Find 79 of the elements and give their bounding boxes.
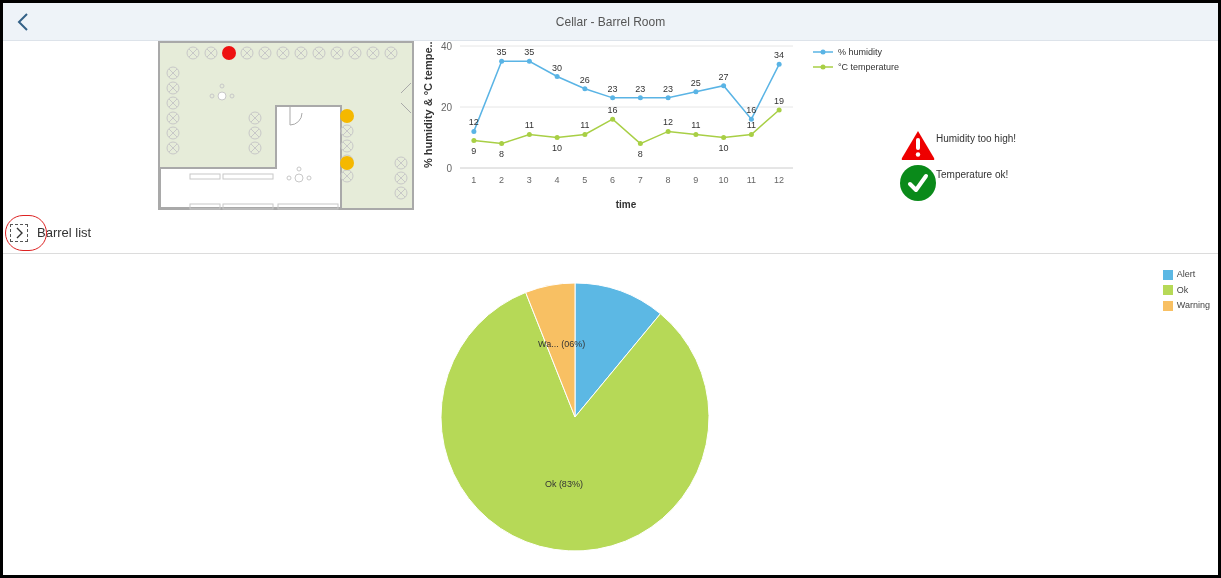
expand-button[interactable] xyxy=(10,224,28,242)
legend-label: % humidity xyxy=(838,47,883,57)
data-point xyxy=(526,131,532,137)
data-point xyxy=(693,131,699,137)
data-label: 11 xyxy=(691,120,701,131)
x-tick-label: 6 xyxy=(610,175,616,185)
chevron-icon xyxy=(15,227,23,239)
check-icon xyxy=(900,165,936,201)
data-label: 26 xyxy=(579,74,590,85)
slice-label: Ok (83%) xyxy=(544,479,583,490)
data-label: 23 xyxy=(607,83,618,94)
legend-item[interactable]: °C temperature xyxy=(812,62,900,72)
x-tick-label: 5 xyxy=(582,175,588,185)
x-tick-label: 2 xyxy=(499,175,505,185)
data-label: 10 xyxy=(552,142,563,153)
x-tick-label: 10 xyxy=(718,175,729,185)
alert-message: Temperature ok! xyxy=(936,168,1009,182)
data-label: 9 xyxy=(471,145,477,156)
data-point xyxy=(637,141,643,147)
data-point xyxy=(499,58,505,64)
data-label: 35 xyxy=(524,47,535,58)
page-title: Cellar - Barrel Room xyxy=(555,13,666,31)
legend-label: Ok xyxy=(1176,283,1189,297)
data-point xyxy=(748,116,754,122)
data-point xyxy=(471,138,477,144)
data-point xyxy=(721,83,727,89)
data-point xyxy=(748,131,754,137)
data-label: 25 xyxy=(690,77,701,88)
legend-label: Warning xyxy=(1176,299,1210,312)
data-label: 12 xyxy=(663,117,674,128)
x-tick-label: 11 xyxy=(746,175,757,185)
data-point xyxy=(637,95,643,101)
legend-label: Alert xyxy=(1176,268,1196,281)
x-tick-label: 3 xyxy=(526,175,532,185)
data-point xyxy=(554,74,560,79)
x-tick-label: 12 xyxy=(774,175,785,185)
data-point xyxy=(554,135,560,140)
data-label: 8 xyxy=(637,148,643,159)
data-point xyxy=(721,135,727,140)
data-label: 23 xyxy=(663,83,674,94)
data-point xyxy=(582,131,588,137)
back-icon xyxy=(17,13,29,31)
data-point xyxy=(665,95,671,101)
data-label: 16 xyxy=(746,105,757,116)
data-label: 8 xyxy=(499,148,505,159)
data-point xyxy=(582,86,588,92)
data-label: 27 xyxy=(718,71,729,82)
y-tick-label: 20 xyxy=(440,102,452,113)
x-tick-label: 8 xyxy=(665,175,671,185)
data-label: 11 xyxy=(524,120,535,131)
data-point xyxy=(610,95,616,101)
data-point xyxy=(526,58,532,64)
alert-message: Humidity too high! xyxy=(936,132,1017,146)
x-tick-label: 9 xyxy=(693,175,699,185)
x-tick-label: 7 xyxy=(637,175,643,185)
data-label: 34 xyxy=(774,50,785,61)
warning-icon xyxy=(900,129,936,161)
data-point xyxy=(665,128,671,134)
y-tick-label: 40 xyxy=(440,41,452,52)
data-label: 30 xyxy=(552,62,563,73)
x-axis-title: time xyxy=(615,199,637,210)
data-point xyxy=(776,61,782,67)
y-tick-label: 0 xyxy=(446,163,452,174)
legend-label: °C temperature xyxy=(838,62,900,72)
data-label: 10 xyxy=(718,142,729,153)
data-point xyxy=(693,89,699,95)
legend-item[interactable]: % humidity xyxy=(812,47,882,57)
data-label: 11 xyxy=(746,120,757,131)
data-label: 23 xyxy=(635,83,646,94)
data-point xyxy=(610,116,616,122)
data-label: 35 xyxy=(496,47,507,58)
data-point xyxy=(776,107,782,113)
data-point xyxy=(499,141,505,147)
data-point xyxy=(471,128,477,134)
data-label: 11 xyxy=(580,120,590,131)
x-tick-label: 4 xyxy=(554,175,560,185)
data-label: 16 xyxy=(607,105,618,116)
data-label: 19 xyxy=(774,96,785,107)
x-tick-label: 1 xyxy=(471,175,477,185)
